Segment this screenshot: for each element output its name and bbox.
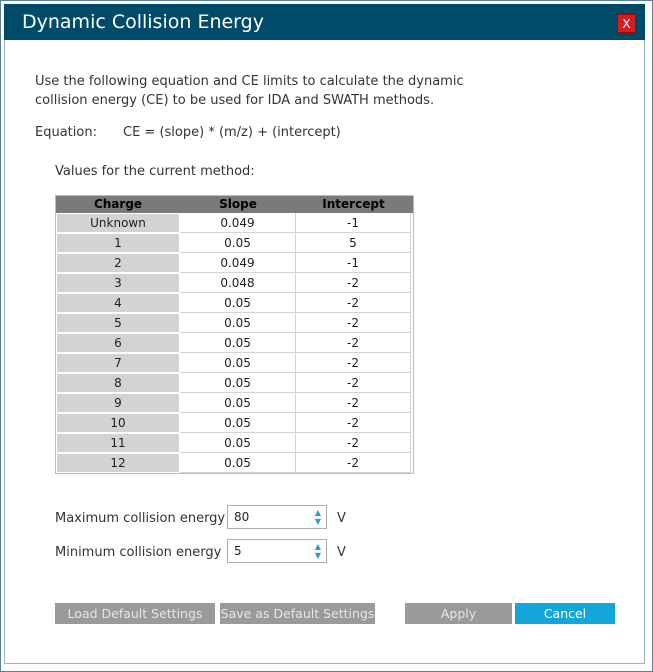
load-default-settings-button[interactable]: Load Default Settings [55,603,215,624]
charge-cell: 7 [56,353,180,373]
close-icon: X [622,17,631,31]
table-body: Unknown 0.049 -1 1 0.05 5 2 0.049 -1 3 0.048 -2 4 0.0… [56,213,413,473]
intercept-cell[interactable]: -1 [296,253,411,273]
table-row[interactable]: 8 0.05 -2 [56,373,413,393]
charge-cell: 8 [56,373,180,393]
slope-cell[interactable]: 0.05 [180,333,296,353]
intercept-cell[interactable]: -2 [296,273,411,293]
ce-table: Charge Slope Intercept Unknown 0.049 -1 1 0.… [55,195,414,474]
slope-cell[interactable]: 0.05 [180,313,296,333]
description-text: Use the following equation and CE limits… [35,74,464,108]
charge-cell: 3 [56,273,180,293]
slope-cell[interactable]: 0.048 [180,273,296,293]
equation-text: CE = (slope) * (m/z) + (intercept) [123,125,341,140]
min-ce-input[interactable]: 5 ▲ ▼ [227,539,327,563]
intercept-cell[interactable]: -2 [296,373,411,393]
min-ce-unit: V [337,545,346,560]
min-ce-label: Minimum collision energy [55,545,222,560]
spin-down-icon[interactable]: ▼ [313,551,323,560]
title-bar: Dynamic Collision Energy X [4,4,645,40]
spin-up-icon[interactable]: ▲ [313,542,323,551]
apply-button[interactable]: Apply [405,603,512,624]
spin-down-icon[interactable]: ▼ [313,517,323,526]
slope-cell[interactable]: 0.05 [180,413,296,433]
cancel-button[interactable]: Cancel [515,603,615,624]
charge-cell: Unknown [56,213,180,233]
save-default-settings-button[interactable]: Save as Default Settings [220,603,375,624]
table-header: Charge Slope Intercept [56,196,413,213]
table-row[interactable]: 12 0.05 -2 [56,453,413,473]
table-row[interactable]: Unknown 0.049 -1 [56,213,413,233]
max-ce-unit: V [337,511,346,526]
intercept-cell[interactable]: -2 [296,353,411,373]
slope-cell[interactable]: 0.05 [180,393,296,413]
intercept-cell[interactable]: -2 [296,293,411,313]
charge-cell: 4 [56,293,180,313]
table-row[interactable]: 2 0.049 -1 [56,253,413,273]
table-row[interactable]: 3 0.048 -2 [56,273,413,293]
table-row[interactable]: 1 0.05 5 [56,233,413,253]
max-ce-input[interactable]: 80 ▲ ▼ [227,505,327,529]
intercept-cell[interactable]: -2 [296,393,411,413]
table-row[interactable]: 6 0.05 -2 [56,333,413,353]
equation-label: Equation: [35,125,97,140]
column-header-slope: Slope [219,197,257,211]
min-ce-spinner[interactable]: ▲ ▼ [313,542,323,560]
table-row[interactable]: 10 0.05 -2 [56,413,413,433]
slope-cell[interactable]: 0.05 [180,373,296,393]
table-row[interactable]: 7 0.05 -2 [56,353,413,373]
max-ce-spinner[interactable]: ▲ ▼ [313,508,323,526]
intercept-cell[interactable]: 5 [296,233,411,253]
min-ce-value: 5 [234,544,242,558]
slope-cell[interactable]: 0.049 [180,213,296,233]
max-ce-label: Maximum collision energy [55,511,226,526]
slope-cell[interactable]: 0.049 [180,253,296,273]
intercept-cell[interactable]: -2 [296,433,411,453]
spin-up-icon[interactable]: ▲ [313,508,323,517]
slope-cell[interactable]: 0.05 [180,233,296,253]
intercept-cell[interactable]: -2 [296,413,411,433]
charge-cell: 5 [56,313,180,333]
charge-cell: 10 [56,413,180,433]
intercept-cell[interactable]: -1 [296,213,411,233]
table-row[interactable]: 4 0.05 -2 [56,293,413,313]
table-row[interactable]: 11 0.05 -2 [56,433,413,453]
slope-cell[interactable]: 0.05 [180,453,296,473]
column-header-charge: Charge [93,197,143,211]
charge-cell: 1 [56,233,180,253]
slope-cell[interactable]: 0.05 [180,353,296,373]
max-ce-value: 80 [234,510,250,524]
dialog-title: Dynamic Collision Energy [22,11,264,33]
slope-cell[interactable]: 0.05 [180,433,296,453]
charge-cell: 9 [56,393,180,413]
charge-cell: 6 [56,333,180,353]
slope-cell[interactable]: 0.05 [180,293,296,313]
table-row[interactable]: 9 0.05 -2 [56,393,413,413]
column-header-intercept: Intercept [322,197,385,211]
values-label: Values for the current method: [55,164,255,179]
intercept-cell[interactable]: -2 [296,453,411,473]
charge-cell: 11 [56,433,180,453]
intercept-cell[interactable]: -2 [296,313,411,333]
table-row[interactable]: 5 0.05 -2 [56,313,413,333]
close-button[interactable]: X [617,14,636,33]
intercept-cell[interactable]: -2 [296,333,411,353]
charge-cell: 2 [56,253,180,273]
charge-cell: 12 [56,453,180,473]
